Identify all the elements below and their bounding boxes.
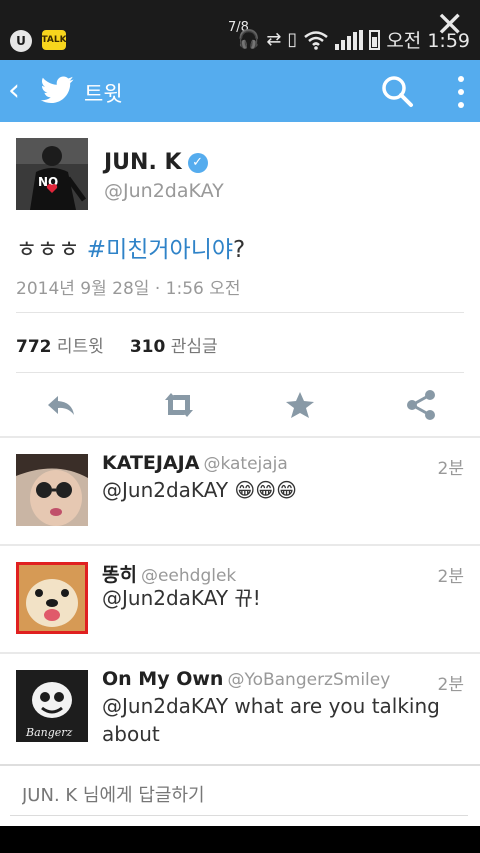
reply-avatar-image: Bangerz bbox=[16, 670, 88, 742]
reply-text: @Jun2daKAY what are you talking about bbox=[102, 694, 440, 746]
retweet-stat[interactable]: 772 리트윗 bbox=[16, 332, 104, 357]
status-bar: U TALK 7/8 ✕ 🎧 ⇄ ▯ 오전 1:59 bbox=[0, 0, 480, 60]
author-name-row[interactable]: JUN. K ✓ bbox=[104, 150, 208, 175]
reply-author-handle: @katejaja bbox=[203, 454, 288, 474]
tweet-stats: 772 리트윗 310 관심글 bbox=[16, 332, 218, 357]
overflow-menu-icon[interactable] bbox=[456, 76, 466, 108]
reply-composer bbox=[0, 764, 480, 828]
reply-author-name: KATEJAJA bbox=[102, 452, 200, 474]
favorite-star-icon[interactable] bbox=[283, 388, 317, 422]
vibrate-icon: ▯ bbox=[287, 29, 298, 50]
kakaotalk-badge-text: TALK bbox=[41, 35, 67, 45]
reply-author-handle: @YoBangerzSmiley bbox=[227, 670, 391, 690]
favorite-stat[interactable]: 310 관심글 bbox=[130, 332, 218, 357]
reply-author-handle: @eehdglek bbox=[140, 566, 237, 586]
twitter-tweet-detail-screen: U TALK 7/8 ✕ 🎧 ⇄ ▯ 오전 1:59 ‹ 트윗 NO JUN. … bbox=[0, 0, 480, 853]
reply-author[interactable]: 똥히 @eehdglek bbox=[102, 560, 236, 587]
reply-author-name: 똥히 bbox=[102, 564, 137, 586]
divider bbox=[0, 544, 480, 546]
battery-icon bbox=[369, 29, 381, 50]
reply-author-name: On My Own bbox=[102, 668, 224, 690]
page-title: 트윗 bbox=[84, 82, 123, 106]
reply-avatar-image bbox=[19, 565, 85, 631]
headset-icon: 🎧 bbox=[237, 29, 261, 50]
hashtag-link[interactable]: #미친거아니야 bbox=[87, 237, 233, 263]
author-handle[interactable]: @Jun2daKAY bbox=[104, 180, 224, 202]
twitter-bird-icon[interactable] bbox=[38, 72, 76, 108]
reply-author[interactable]: On My Own @YoBangerzSmiley bbox=[102, 668, 390, 690]
favorite-count: 310 bbox=[129, 337, 166, 357]
share-icon[interactable] bbox=[404, 388, 438, 422]
reply-text: @Jun2daKAY 뀨! bbox=[102, 586, 261, 610]
author-name[interactable]: JUN. K bbox=[104, 150, 182, 175]
signal-icon bbox=[335, 29, 364, 50]
avatar-caption: Bangerz bbox=[25, 726, 73, 739]
tweet-actions bbox=[0, 382, 480, 430]
divider bbox=[16, 312, 464, 313]
tweet-text: ㅎㅎㅎ #미친거아니야? bbox=[16, 230, 245, 264]
wifi-icon bbox=[304, 30, 329, 50]
tweet-text-prefix: ㅎㅎㅎ bbox=[16, 237, 87, 263]
status-bar-right-icons: 🎧 ⇄ ▯ 오전 1:59 bbox=[238, 26, 470, 53]
author-avatar[interactable]: NO bbox=[16, 138, 88, 210]
reply-author[interactable]: KATEJAJA @katejaja bbox=[102, 452, 288, 474]
status-time: 오전 1:59 bbox=[386, 30, 470, 52]
retweet-count: 772 bbox=[16, 337, 52, 357]
reply-avatar[interactable] bbox=[16, 454, 88, 526]
verified-badge-icon: ✓ bbox=[187, 152, 208, 173]
divider bbox=[0, 652, 480, 654]
sync-icon: ⇄ bbox=[266, 29, 282, 50]
search-icon[interactable] bbox=[380, 74, 414, 108]
back-chevron-icon[interactable]: ‹ bbox=[8, 76, 20, 106]
u-plus-icon: U bbox=[10, 30, 32, 52]
kakaotalk-icon: TALK bbox=[41, 30, 67, 50]
retweet-label: 리트윗 bbox=[56, 337, 104, 357]
divider bbox=[16, 372, 464, 373]
author-avatar-image: NO bbox=[16, 138, 88, 210]
tweet-timestamp: 2014년 9월 28일 · 1:56 오전 bbox=[16, 279, 241, 299]
retweet-icon[interactable] bbox=[162, 388, 196, 422]
reply-avatar[interactable]: Bangerz bbox=[16, 670, 88, 742]
action-bar: ‹ 트윗 bbox=[0, 60, 480, 122]
reply-avatar[interactable] bbox=[16, 562, 88, 634]
tweet-text-suffix: ? bbox=[233, 237, 246, 263]
reply-text: @Jun2daKAY 😁😁😁 bbox=[102, 478, 297, 502]
reply-input[interactable] bbox=[10, 776, 468, 816]
divider bbox=[0, 436, 480, 438]
reply-icon[interactable] bbox=[44, 388, 78, 422]
system-nav-bar bbox=[0, 826, 480, 853]
reply-avatar-image bbox=[16, 454, 88, 526]
favorite-label: 관심글 bbox=[170, 337, 218, 357]
status-bar-left-icons: U TALK bbox=[10, 30, 67, 52]
